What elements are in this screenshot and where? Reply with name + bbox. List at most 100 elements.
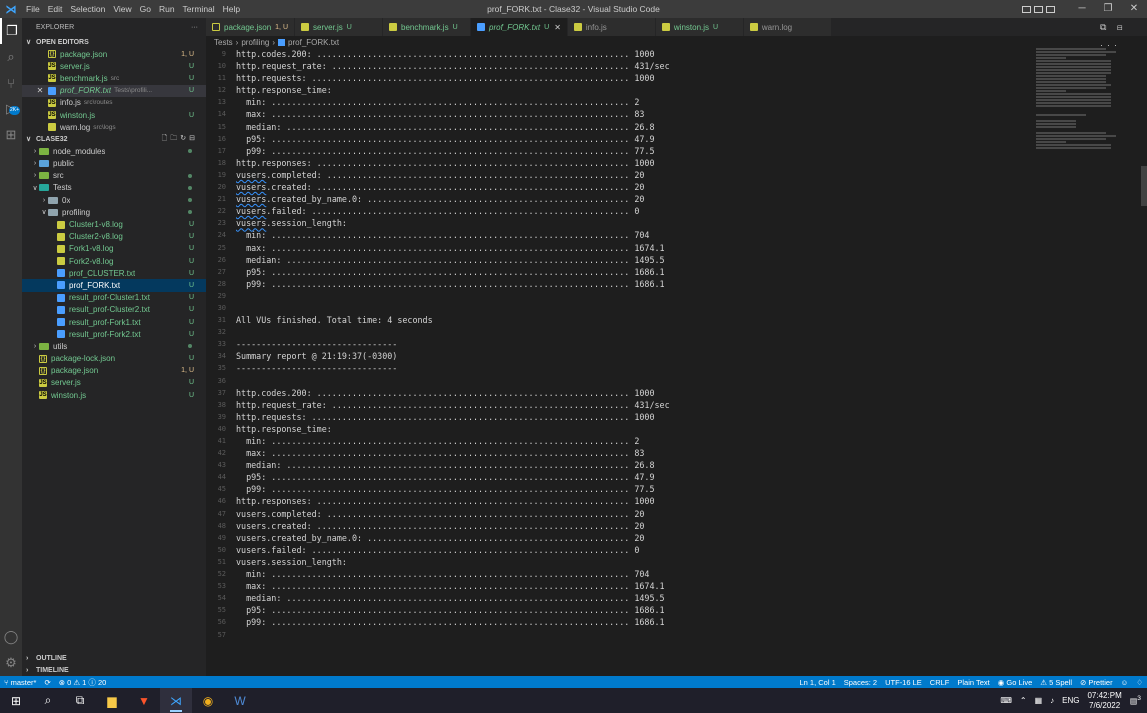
chrome-icon[interactable]: ◉ [192,688,224,713]
folder-item[interactable]: ∨ Tests [22,182,206,194]
language-indicator[interactable]: ENG [1062,696,1079,705]
workspace-header[interactable]: ∨ CLASE32 🗋🗀↻⊟ [22,133,206,145]
go-live-button[interactable]: ◉ Go Live [998,678,1033,687]
feedback-icon[interactable]: ☺ [1121,678,1129,687]
cursor-position[interactable]: Ln 1, Col 1 [799,678,835,687]
language-mode[interactable]: Plain Text [957,678,989,687]
menu-file[interactable]: File [22,0,44,18]
menu-help[interactable]: Help [219,0,244,18]
extensions-icon[interactable]: ⊞ [0,122,22,148]
folder-item[interactable]: ∨ profiling [22,206,206,218]
task-view-icon[interactable]: ⧉ [64,688,96,713]
manage-gear-icon[interactable]: ⚙ [0,650,22,676]
windows-start-icon[interactable]: ⊞ [0,688,32,713]
file-explorer-icon[interactable]: ▆ [96,688,128,713]
file-item[interactable]: result_prof-Fork2.txt U [22,328,206,340]
file-item[interactable]: {} package-lock.json U [22,353,206,365]
open-editor-item[interactable]: {} package.json 1, U [22,48,206,60]
search-icon[interactable]: ⌕ [32,688,64,713]
network-icon[interactable]: ▦ [1035,696,1043,705]
file-item[interactable]: result_prof-Cluster2.txt U [22,304,206,316]
code-line: 54 median: .............................… [206,592,1036,604]
breadcrumb-item[interactable]: Tests [214,38,233,47]
menu-selection[interactable]: Selection [66,0,109,18]
spell-indicator[interactable]: ⚠ 5 Spell [1040,678,1072,687]
keyboard-icon[interactable]: ⌨ [1000,696,1012,705]
open-editor-item[interactable]: JS benchmark.js src U [22,72,206,84]
open-editor-item[interactable]: ✕ prof_FORK.txt Tests\profili... U [22,84,206,97]
file-item[interactable]: JS winston.js U [22,389,206,401]
timeline-header[interactable]: › TIMELINE [22,664,206,676]
sync-icon[interactable]: ⟳ [44,678,50,687]
brave-browser-icon[interactable]: ▼ [128,688,160,713]
toggle-panel-icon[interactable] [1034,5,1043,13]
open-editor-item[interactable]: JS info.js src\routes [22,97,206,109]
folder-item[interactable]: › utils [22,340,206,352]
file-item[interactable]: Cluster2-v8.log U [22,231,206,243]
open-editor-item[interactable]: JS winston.js U [22,109,206,121]
toggle-secondary-sidebar-icon[interactable] [1046,5,1055,13]
layout-toggles[interactable] [1022,5,1055,13]
branch-indicator[interactable]: ⑂ master* [4,678,36,687]
explorer-icon[interactable]: ❐ [0,18,22,44]
notification-center-icon[interactable]: ▤3 [1130,695,1141,706]
close-icon[interactable]: ✕ [36,86,44,95]
more-actions-icon[interactable]: ··· [191,24,198,31]
file-item[interactable]: Fork1-v8.log U [22,243,206,255]
end-of-line[interactable]: CRLF [930,678,950,687]
menu-edit[interactable]: Edit [44,0,67,18]
word-icon[interactable]: W [224,688,256,713]
tab-server-js[interactable]: server.js U [295,18,383,36]
close-tab-icon[interactable]: ✕ [554,23,561,32]
menu-go[interactable]: Go [136,0,155,18]
open-editors-header[interactable]: ∨ OPEN EDITORS [22,36,206,48]
open-editor-item[interactable]: JS server.js U [22,60,206,72]
file-item[interactable]: result_prof-Fork1.txt U [22,316,206,328]
file-item[interactable]: Fork2-v8.log U [22,255,206,267]
vscode-taskbar-icon[interactable]: ⋊ [160,688,192,713]
editor-scrollbar[interactable] [1141,166,1147,206]
menu-terminal[interactable]: Terminal [179,0,219,18]
folder-item[interactable]: › src [22,170,206,182]
volume-icon[interactable]: ♪ [1050,696,1054,705]
tab-prof-fork-txt[interactable]: prof_FORK.txt U ✕ [471,18,568,36]
prettier-indicator[interactable]: ⊘ Prettier [1080,678,1113,687]
folder-item[interactable]: › node_modules [22,145,206,157]
minimap[interactable] [1036,48,1136,149]
file-item[interactable]: prof_FORK.txt U [22,279,206,292]
text-editor[interactable]: 9 http.codes.200: .......................… [206,48,1036,668]
file-item[interactable]: prof_CLUSTER.txt U [22,267,206,279]
file-item[interactable]: Cluster1-v8.log U [22,218,206,230]
breadcrumb-item[interactable]: prof_FORK.txt [288,38,339,47]
minimize-button[interactable]: ─ [1069,0,1095,18]
open-editor-item[interactable]: warn.log src\logs [22,121,206,133]
notifications-bell-icon[interactable]: ♢ [1136,678,1143,687]
folder-item[interactable]: › 0x [22,194,206,206]
toggle-sidebar-icon[interactable] [1022,5,1031,13]
tab-package-json[interactable]: package.json 1, U [206,18,295,36]
tab-warn-log[interactable]: warn.log [743,18,832,36]
problems-indicator[interactable]: ⊗ 0 ⚠ 1 ⓘ 20 [59,677,107,688]
source-control-icon[interactable]: ⑂ [0,70,22,96]
close-window-button[interactable]: ✕ [1121,0,1147,18]
encoding[interactable]: UTF-16 LE [885,678,922,687]
search-icon[interactable]: ⌕ [0,44,22,70]
folder-icon [39,172,49,180]
clock[interactable]: 07:42:PM 7/6/2022 [1087,691,1121,711]
tab-info-js[interactable]: info.js [567,18,656,36]
indentation[interactable]: Spaces: 2 [844,678,877,687]
folder-item[interactable]: › public [22,158,206,170]
menu-run[interactable]: Run [155,0,179,18]
explorer-tools[interactable]: 🗋🗀↻⊟ [162,134,198,145]
tab-winston-js[interactable]: winston.js U [655,18,744,36]
chevron-up-icon[interactable]: ⌃ [1020,696,1027,705]
restore-button[interactable]: ❐ [1095,0,1121,18]
tab-benchmark-js[interactable]: benchmark.js U [383,18,471,36]
outline-header[interactable]: › OUTLINE [22,652,206,664]
file-item[interactable]: {} package.json 1, U [22,365,206,377]
menu-view[interactable]: View [109,0,135,18]
breadcrumb-item[interactable]: profiling [241,38,269,47]
file-item[interactable]: result_prof-Cluster1.txt U [22,292,206,304]
accounts-icon[interactable]: ◯ [0,624,22,650]
file-item[interactable]: JS server.js U [22,377,206,389]
